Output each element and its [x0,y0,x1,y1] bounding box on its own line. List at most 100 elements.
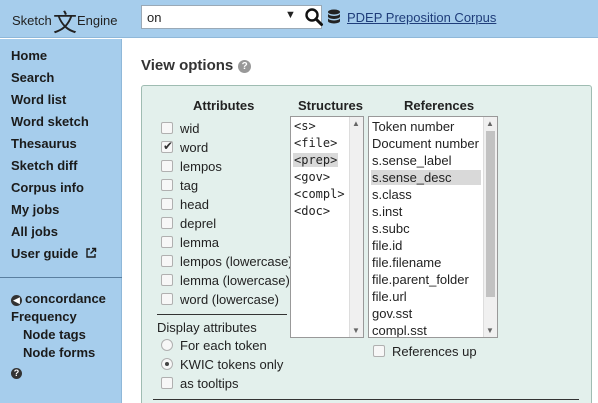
reference-option[interactable]: s.inst [371,204,481,219]
attribute-label: tag [180,178,199,193]
sidebar-item-sketch-diff[interactable]: Sketch diff [11,158,77,173]
frequency-heading: Frequency [11,309,77,324]
attribute-label: lemma (lowercase) [180,273,290,288]
attribute-label: lempos (lowercase) [180,254,293,269]
scroll-up-arrow-icon[interactable]: ▲ [352,119,360,128]
structure-option[interactable]: <compl> [293,187,346,201]
reference-option[interactable]: s.class [371,187,481,202]
sidebar-item-node-forms[interactable]: Node forms [23,345,95,360]
reference-option[interactable]: file.filename [371,255,481,270]
sidebar-item-my-jobs[interactable]: My jobs [11,202,59,217]
checkbox-label: References up [392,344,477,359]
references-up-checkbox[interactable] [373,345,385,357]
sidebar-item-user-guide-label: User guide [11,246,79,261]
attribute-checkbox[interactable] [161,198,173,210]
corpus-name-link[interactable]: PDEP Preposition Corpus [347,10,496,25]
reference-option[interactable]: file.parent_folder [371,272,481,287]
structure-option[interactable]: <file> [293,136,338,150]
attribute-label: deprel [180,216,217,231]
sidebar-divider [0,277,122,278]
references-listbox[interactable]: Token number Document number s.sense_lab… [368,116,498,338]
attribute-checkbox[interactable] [161,217,173,229]
structure-option-selected[interactable]: <prep> [293,153,339,167]
attribute-checkbox[interactable] [161,160,173,172]
structure-option[interactable]: <s> [293,119,317,133]
help-mark: ? [11,368,22,379]
concordance-label: concordance [25,291,106,306]
sidebar-item-user-guide[interactable]: User guide [11,246,97,261]
checkbox-label: as tooltips [180,376,239,391]
search-input[interactable]: on ▼ [141,5,324,29]
sidebar-item-all-jobs[interactable]: All jobs [11,224,58,239]
attribute-checkbox[interactable] [161,179,173,191]
attribute-label: head [180,197,209,212]
reference-option[interactable]: file.id [371,238,481,253]
radio-label: KWIC tokens only [180,357,284,372]
sketch-engine-logo[interactable]: Sketch 文 Engine [8,4,120,37]
attribute-label: lemma [180,235,220,250]
sidebar-item-corpus-info[interactable]: Corpus info [11,180,84,195]
structures-listbox[interactable]: <s> <file> <prep> <gov> <compl> <doc> ▲ … [290,116,364,338]
scroll-down-arrow-icon[interactable]: ▼ [352,326,360,335]
sidebar: Home Search Word list Word sketch Thesau… [0,39,122,403]
back-arrow-icon: ◀ [11,295,22,306]
checkmark-icon: ✔ [163,139,174,153]
logo-glyph: 文 [53,9,77,37]
sidebar-item-search[interactable]: Search [11,70,54,85]
structure-option[interactable]: <gov> [293,170,331,184]
page-title: View options? [141,57,252,74]
page-title-text: View options [141,57,234,74]
radio-label: For each token [180,338,267,353]
structure-option[interactable]: <doc> [293,204,331,218]
reference-option[interactable]: file.url [371,289,481,304]
structures-header: Structures [298,98,364,113]
structures-scrollbar[interactable]: ▲ ▼ [349,117,363,337]
database-icon [328,9,340,24]
concordance-back-link[interactable]: ◀ concordance [11,291,106,306]
reference-option[interactable]: Token number [371,119,481,134]
tooltips-checkbox[interactable] [161,377,173,389]
attribute-checkbox[interactable] [161,236,173,248]
reference-option[interactable]: Document number [371,136,481,151]
reference-option[interactable]: compl.sst [371,323,481,337]
attribute-checkbox[interactable] [161,255,173,267]
scroll-up-arrow-icon[interactable]: ▲ [486,119,494,128]
attribute-checkbox[interactable] [161,122,173,134]
search-dropdown-caret[interactable]: ▼ [285,9,296,21]
reference-option-selected[interactable]: s.sense_desc [371,170,481,185]
sidebar-item-thesaurus[interactable]: Thesaurus [11,136,77,151]
sidebar-item-word-list[interactable]: Word list [11,92,66,107]
view-options-help-icon[interactable]: ? [238,60,252,73]
scroll-down-arrow-icon[interactable]: ▼ [486,326,494,335]
reference-option[interactable]: s.subc [371,221,481,236]
radio-button[interactable] [161,339,173,351]
help-icon[interactable]: ? [11,364,25,379]
search-icon[interactable] [304,7,324,27]
reference-option[interactable]: gov.sst [371,306,481,321]
references-scrollbar[interactable]: ▲ ▼ [483,117,497,337]
top-bar: Sketch 文 Engine on ▼ PDEP Preposition Co… [0,0,598,38]
sidebar-item-home[interactable]: Home [11,48,47,63]
search-value: on [147,10,162,25]
attribute-label: word [180,140,209,155]
sidebar-item-word-sketch[interactable]: Word sketch [11,114,89,129]
scrollbar-thumb[interactable] [486,131,495,297]
external-link-icon [86,247,97,258]
attributes-header: Attributes [193,98,255,113]
attribute-label: wid [180,121,200,136]
attribute-checkbox[interactable] [161,274,173,286]
sidebar-item-node-tags[interactable]: Node tags [23,327,86,342]
radio-button[interactable] [161,358,173,370]
logo-text-left: Sketch [12,13,52,28]
references-header: References [404,98,475,113]
attribute-checkbox[interactable]: ✔ [161,139,174,153]
display-attributes-title: Display attributes [157,320,257,335]
logo-text-right: Engine [77,13,118,28]
reference-option[interactable]: s.sense_label [371,153,481,168]
attribute-label: lempos [180,159,222,174]
radio-selected-dot [165,362,169,366]
attribute-label: word (lowercase) [180,292,279,307]
attributes-divider [157,314,287,315]
attribute-checkbox[interactable] [161,293,173,305]
panel-bottom-divider [153,399,579,400]
